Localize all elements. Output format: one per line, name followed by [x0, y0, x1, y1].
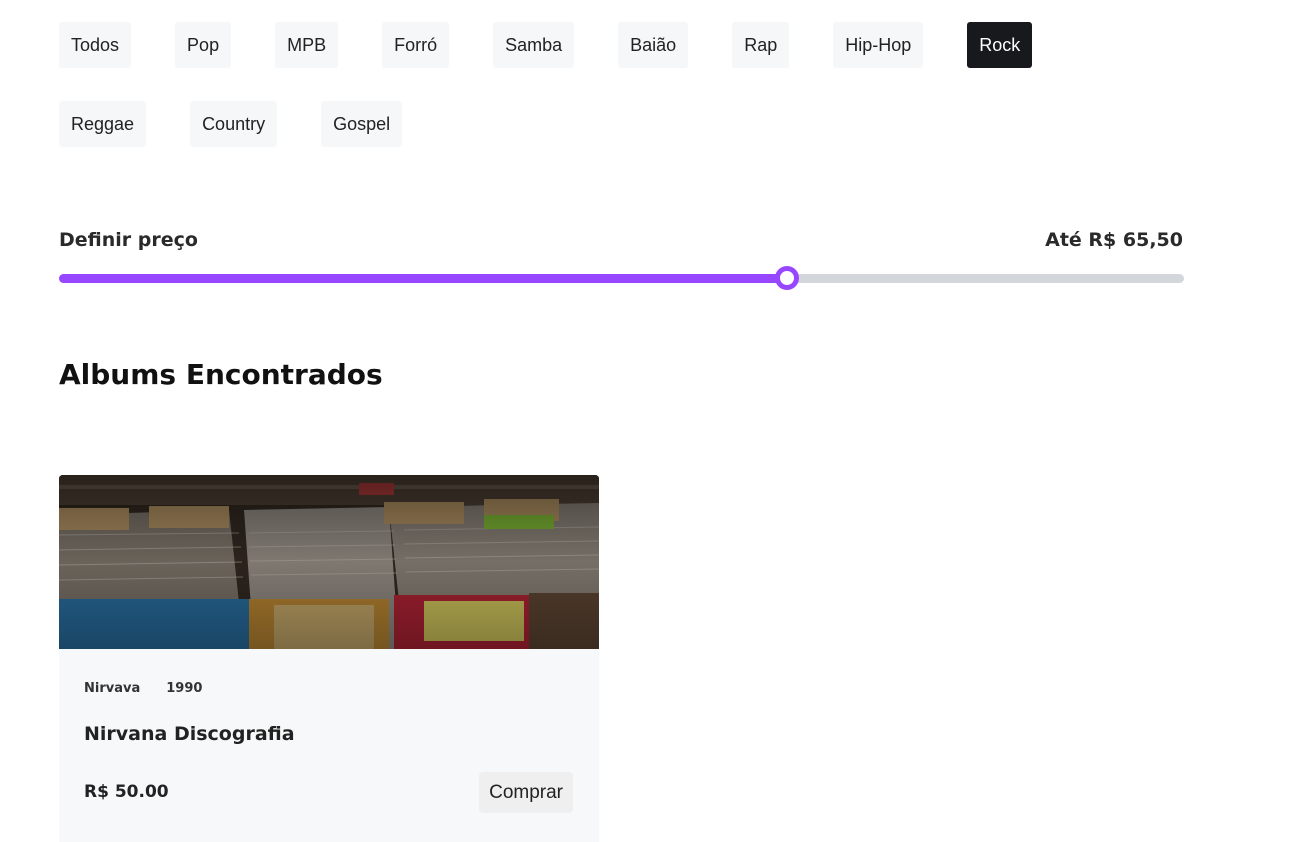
genre-chip-samba[interactable]: Samba — [493, 22, 575, 68]
price-filter-label: Definir preço — [59, 229, 198, 251]
genre-filter-row-2: Reggae Country Gospel — [59, 101, 446, 147]
genre-filter-row-1: Todos Pop MPB Forró Samba Baião Rap Hip-… — [59, 22, 1076, 68]
album-artist: Nirvava — [84, 681, 141, 696]
genre-chip-rock[interactable]: Rock — [967, 22, 1033, 68]
genre-chip-mpb[interactable]: MPB — [275, 22, 339, 68]
album-price: R$ 50.00 — [84, 782, 169, 802]
album-meta: Nirvava 1990 — [84, 681, 202, 696]
price-slider-fill — [59, 274, 787, 283]
album-cover-image — [59, 475, 599, 649]
genre-chip-hip-hop[interactable]: Hip-Hop — [833, 22, 924, 68]
genre-chip-baiao[interactable]: Baião — [618, 22, 689, 68]
price-filter-value: Até R$ 65,50 — [1045, 229, 1183, 251]
genre-chip-reggae[interactable]: Reggae — [59, 101, 147, 147]
album-card: Nirvava 1990 Nirvana Discografia R$ 50.0… — [59, 475, 599, 842]
album-year: 1990 — [166, 681, 203, 696]
genre-chip-pop[interactable]: Pop — [175, 22, 232, 68]
price-slider-thumb[interactable] — [774, 266, 799, 290]
genre-chip-gospel[interactable]: Gospel — [321, 101, 403, 147]
buy-button[interactable]: Comprar — [479, 772, 573, 813]
album-title: Nirvana Discografia — [84, 723, 295, 745]
price-slider[interactable] — [59, 266, 1184, 290]
genre-chip-forro[interactable]: Forró — [382, 22, 450, 68]
results-title: Albums Encontrados — [59, 358, 383, 391]
genre-chip-rap[interactable]: Rap — [732, 22, 790, 68]
genre-chip-country[interactable]: Country — [190, 101, 278, 147]
genre-chip-todos[interactable]: Todos — [59, 22, 132, 68]
